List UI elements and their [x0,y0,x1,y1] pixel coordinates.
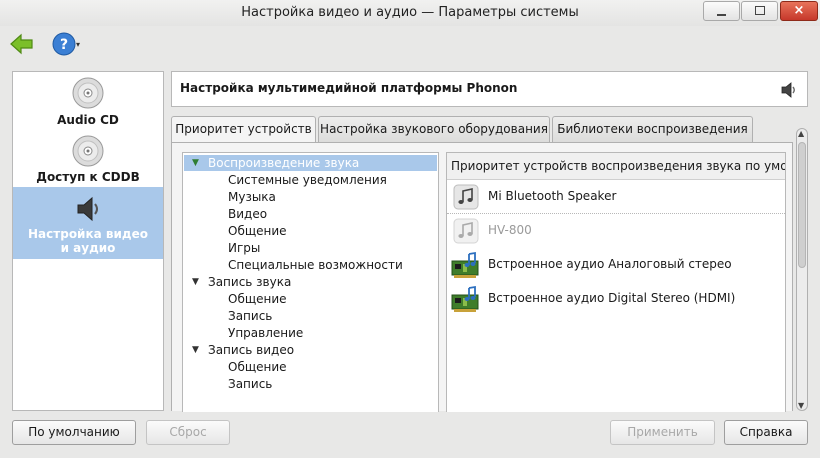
tab-audio-hardware[interactable]: Настройка звукового оборудования [318,116,550,142]
tree-item[interactable]: Запись [228,308,272,324]
cd-icon [72,77,104,109]
window-title: Настройка видео и аудио — Параметры сист… [241,5,579,20]
tree-item[interactable]: Общение [228,223,287,239]
minimize-icon [717,14,726,16]
tree-item[interactable]: Специальные возможности [228,257,403,273]
reset-button[interactable]: Сброс [146,420,230,445]
sound-card-icon [451,251,479,278]
expand-arrow-icon[interactable]: ▼ [192,155,199,171]
tab-content: ▼ Воспроизведение звука Системные уведом… [171,142,793,412]
tree-item[interactable]: Общение [228,291,287,307]
help-button[interactable]: ? ▾ [52,30,86,58]
sidebar-item-video-audio[interactable]: Настройка видео и аудио [13,187,163,259]
page-title: Настройка мультимедийной платформы Phono… [180,81,518,95]
sidebar-item-label: Audio CD [57,113,119,127]
close-button[interactable]: × [780,1,818,21]
device-row[interactable]: Mi Bluetooth Speaker [447,180,785,214]
help-dialog-button[interactable]: Справка [724,420,808,445]
maximize-icon [755,6,765,15]
tree-item[interactable]: Запись [228,376,272,392]
device-row[interactable]: Встроенное аудио Аналоговый стерео [447,248,785,282]
scrollbar-thumb[interactable] [798,142,806,268]
maximize-button[interactable] [741,1,778,21]
sidebar-item-label-line1: Настройка видео [28,227,148,241]
tree-item[interactable]: Общение [228,359,287,375]
device-label: HV-800 [488,223,532,237]
tree-item[interactable]: Управление [228,325,303,341]
sidebar-item-label: Доступ к CDDB [36,170,140,184]
back-arrow-icon [10,33,33,55]
tree-item[interactable]: Игры [228,240,260,256]
vertical-scrollbar[interactable]: ▲ ▼ [796,128,808,411]
speaker-icon [781,82,795,98]
device-list-header[interactable]: Приоритет устройств воспроизведения звук… [447,153,785,180]
tab-backends[interactable]: Библиотеки воспроизведения [552,116,753,142]
tree-group-label: Запись звука [208,275,292,289]
expand-arrow-icon[interactable]: ▼ [192,342,199,358]
device-row[interactable]: Встроенное аудио Digital Stereo (HDMI) [447,282,785,316]
tree-group-recording[interactable]: ▼ Запись звука [183,274,438,290]
tab-device-priority[interactable]: Приоритет устройств [171,116,316,143]
music-note-icon [453,218,479,244]
tree-group-playback[interactable]: ▼ Воспроизведение звука [184,155,437,171]
device-label: Mi Bluetooth Speaker [488,189,617,203]
svg-text:?: ? [60,37,68,53]
back-button[interactable] [9,31,35,57]
category-tree: ▼ Воспроизведение звука Системные уведом… [182,152,439,412]
expand-arrow-icon[interactable]: ▼ [192,274,199,290]
device-row[interactable]: HV-800 [447,214,785,248]
device-label: Встроенное аудио Аналоговый стерео [488,257,732,271]
tree-item[interactable]: Видео [228,206,267,222]
sound-card-icon [451,285,479,312]
device-label: Встроенное аудио Digital Stereo (HDMI) [488,291,736,305]
device-list: Приоритет устройств воспроизведения звук… [446,152,786,412]
tree-group-video-recording[interactable]: ▼ Запись видео [183,342,438,358]
sidebar-item-label-line2: и аудио [60,241,116,255]
music-note-icon [453,184,479,210]
sidebar-item-cddb[interactable]: Доступ к CDDB [13,130,163,186]
tree-group-label: Запись видео [208,343,295,357]
sidebar-item-audio-cd[interactable]: Audio CD [13,72,163,130]
help-icon: ? [52,32,76,56]
defaults-button[interactable]: По умолчанию [12,420,136,445]
sidebar: Audio CD Доступ к CDDB Настройка видео и… [12,71,164,411]
toolbar: ? ▾ [0,26,820,64]
scroll-up-icon[interactable]: ▲ [798,129,804,138]
cd-icon [72,135,104,167]
title-bar: Настройка видео и аудио — Параметры сист… [0,0,820,26]
page-header: Настройка мультимедийной платформы Phono… [171,71,808,107]
close-icon: × [793,3,805,18]
tree-item[interactable]: Системные уведомления [228,172,387,188]
tree-item[interactable]: Музыка [228,189,276,205]
tree-group-label: Воспроизведение звука [208,156,360,170]
speaker-icon [77,196,98,222]
minimize-button[interactable] [703,1,740,21]
chevron-down-icon[interactable]: ▾ [76,40,80,49]
scroll-down-icon[interactable]: ▼ [798,401,804,410]
apply-button[interactable]: Применить [610,420,715,445]
